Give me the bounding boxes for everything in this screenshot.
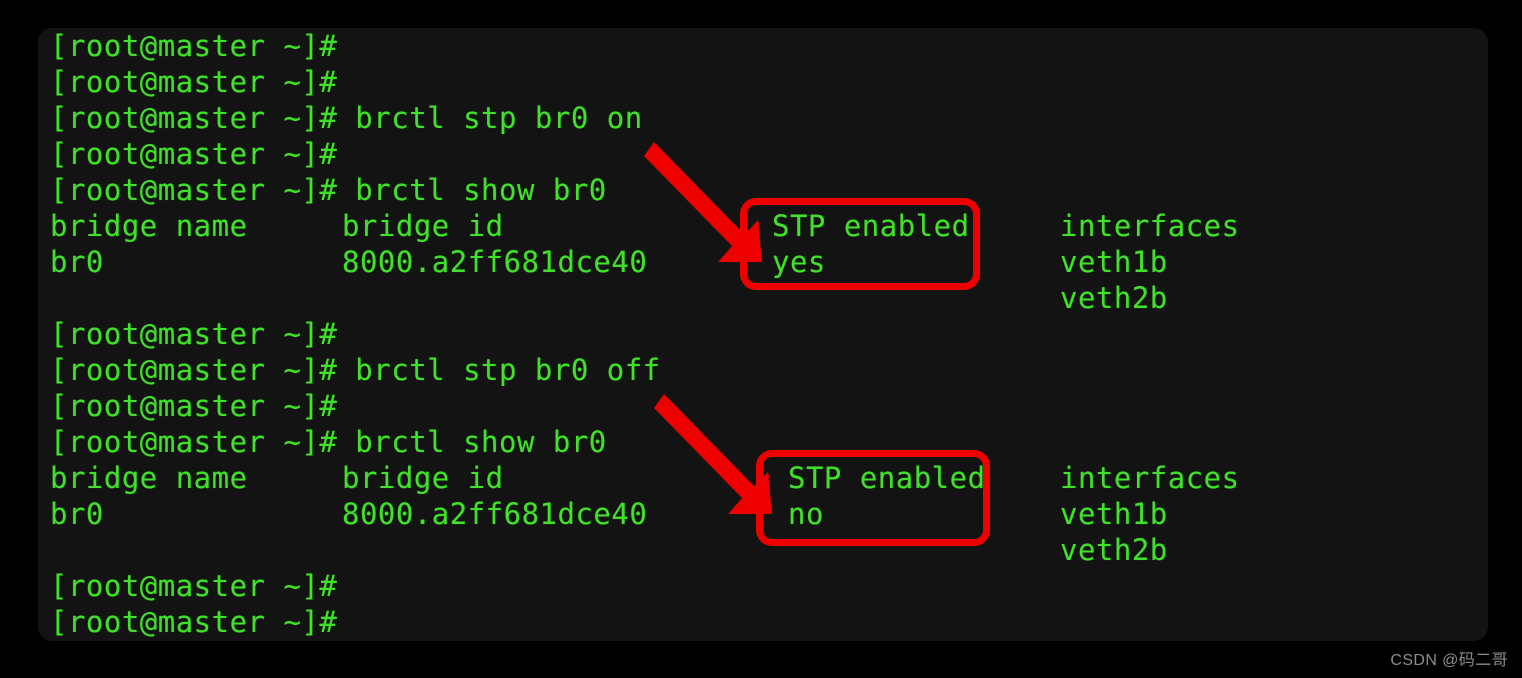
table-cell-bridge-id-1: 8000.a2ff681dce40 (342, 245, 648, 279)
terminal-line-prompt: [root@master ~]# (50, 389, 338, 423)
highlight-box-stp-yes (740, 198, 980, 290)
terminal-line-prompt: [root@master ~]# (50, 65, 338, 99)
table-cell-interface-1a: veth1b (1060, 245, 1168, 279)
terminal-line-prompt-active: [root@master ~]# (50, 605, 338, 639)
page-root: [root@master ~]# [root@master ~]# [root@… (0, 0, 1522, 678)
table-cell-interface-2b: veth2b (1060, 533, 1168, 567)
highlight-box-stp-no (756, 450, 990, 546)
terminal-command-show-1: [root@master ~]# brctl show br0 (50, 173, 607, 207)
terminal-line-prompt: [root@master ~]# (50, 317, 338, 351)
table-header-bridge-id: bridge id (342, 461, 504, 495)
table-header-bridge-id: bridge id (342, 209, 504, 243)
terminal-window[interactable]: [root@master ~]# [root@master ~]# [root@… (38, 28, 1488, 641)
terminal-command-stp-on: [root@master ~]# brctl stp br0 on (50, 101, 643, 135)
terminal-line-prompt: [root@master ~]# (50, 29, 338, 63)
table-cell-interface-2a: veth1b (1060, 497, 1168, 531)
terminal-command-show-2: [root@master ~]# brctl show br0 (50, 425, 607, 459)
table-header-interfaces-1: interfaces (1060, 209, 1240, 243)
table-cell-bridge-name-2: br0 (50, 497, 104, 531)
table-cell-interface-1b: veth2b (1060, 281, 1168, 315)
table-cell-bridge-id-2: 8000.a2ff681dce40 (342, 497, 648, 531)
terminal-line-prompt: [root@master ~]# (50, 137, 338, 171)
table-header-interfaces-2: interfaces (1060, 461, 1240, 495)
table-header-bridge-name: bridge name (50, 461, 248, 495)
terminal-line-prompt: [root@master ~]# (50, 569, 338, 603)
watermark-label: CSDN @码二哥 (1390, 652, 1508, 669)
table-cell-bridge-name-1: br0 (50, 245, 104, 279)
terminal-command-stp-off: [root@master ~]# brctl stp br0 off (50, 353, 661, 387)
table-header-bridge-name: bridge name (50, 209, 248, 243)
